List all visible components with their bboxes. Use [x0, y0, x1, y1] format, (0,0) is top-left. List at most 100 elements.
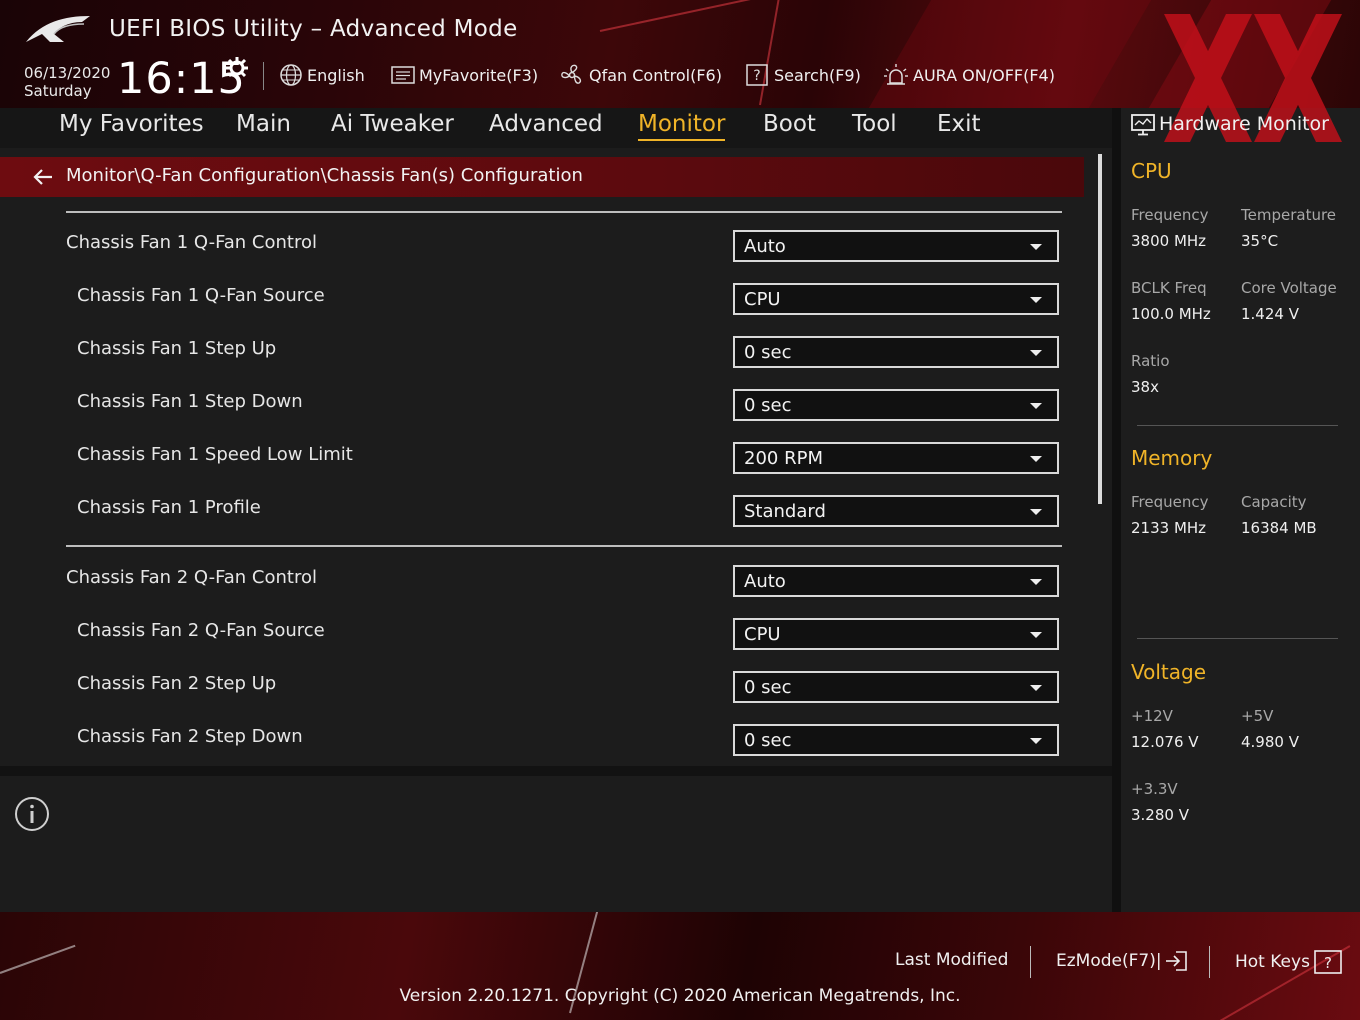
- v33-value: 3.280 V: [1131, 806, 1189, 824]
- date-display: 06/13/2020: [24, 64, 111, 82]
- tab-monitor[interactable]: Monitor: [638, 111, 726, 141]
- tab-boot[interactable]: Boot: [763, 111, 816, 139]
- chassis-fan2-step-down-select[interactable]: 0 sec: [733, 724, 1059, 756]
- chevron-down-icon: [1030, 244, 1042, 250]
- chevron-down-icon: [1030, 632, 1042, 638]
- select-value: CPU: [744, 624, 781, 645]
- globe-icon: [280, 64, 302, 86]
- footer-separator: [1030, 946, 1031, 978]
- hardware-monitor-panel: Hardware Monitor CPU Frequency Temperatu…: [1121, 108, 1360, 912]
- v5-value: 4.980 V: [1241, 733, 1299, 751]
- my-favorite-button[interactable]: MyFavorite(F3): [391, 62, 538, 88]
- help-info-panel: [0, 776, 1112, 912]
- setting-label: Chassis Fan 2 Step Up: [77, 673, 277, 694]
- search-help-icon: ?: [746, 64, 768, 86]
- setting-label: Chassis Fan 2 Step Down: [77, 726, 303, 747]
- select-value: Standard: [744, 501, 826, 522]
- help-question-icon: ?: [1314, 950, 1342, 974]
- chevron-down-icon: [1030, 738, 1042, 744]
- tab-my-favorites[interactable]: My Favorites: [59, 111, 204, 139]
- core-voltage-value: 1.424 V: [1241, 305, 1299, 323]
- v5-label: +5V: [1241, 707, 1274, 725]
- tab-advanced[interactable]: Advanced: [489, 111, 603, 139]
- memory-heading: Memory: [1131, 446, 1213, 470]
- qfan-control-button[interactable]: Qfan Control(F6): [559, 62, 722, 88]
- chassis-fan1-speed-low-limit-select[interactable]: 200 RPM: [733, 442, 1059, 474]
- settings-scrollbar[interactable]: [1098, 154, 1102, 504]
- header-decor: [599, 0, 855, 32]
- chassis-fan1-profile-select[interactable]: Standard: [733, 495, 1059, 527]
- header-decor: [759, 0, 786, 106]
- setting-label: Chassis Fan 1 Step Up: [77, 338, 277, 359]
- my-favorite-label: MyFavorite(F3): [419, 65, 539, 85]
- memory-capacity-label: Capacity: [1241, 493, 1307, 511]
- tab-main[interactable]: Main: [236, 111, 291, 139]
- chassis-fan2-step-up-select[interactable]: 0 sec: [733, 671, 1059, 703]
- voltage-heading: Voltage: [1131, 660, 1207, 684]
- core-voltage-label: Core Voltage: [1241, 279, 1337, 297]
- ratio-label: Ratio: [1131, 352, 1170, 370]
- cpu-temperature-label: Temperature: [1241, 206, 1337, 224]
- language-button[interactable]: English: [279, 62, 365, 88]
- panel-gap: [0, 766, 1112, 776]
- v12-value: 12.076 V: [1131, 733, 1199, 751]
- chassis-fan2-qfan-control-select[interactable]: Auto: [733, 565, 1059, 597]
- search-button[interactable]: ? Search(F9): [746, 62, 861, 88]
- chevron-down-icon: [1030, 350, 1042, 356]
- cpu-frequency-value: 3800 MHz: [1131, 232, 1207, 250]
- header-decor: [868, 0, 1152, 108]
- fan-icon: [561, 64, 582, 84]
- clock-settings-gear-icon[interactable]: [225, 56, 249, 80]
- select-value: 0 sec: [744, 677, 792, 698]
- chassis-fan1-step-down-select[interactable]: 0 sec: [733, 389, 1059, 421]
- tab-exit[interactable]: Exit: [937, 111, 981, 139]
- panel-gap: [1112, 108, 1121, 912]
- footer-separator: [1209, 946, 1210, 978]
- chevron-down-icon: [1030, 456, 1042, 462]
- bclk-label: BCLK Freq: [1131, 279, 1207, 297]
- breadcrumb: Monitor\Q-Fan Configuration\Chassis Fan(…: [0, 157, 1084, 197]
- section-divider: [66, 211, 1062, 213]
- setting-label: Chassis Fan 2 Q-Fan Control: [66, 567, 317, 588]
- aura-label: AURA ON/OFF(F4): [913, 65, 1055, 85]
- chassis-fan2-qfan-source-select[interactable]: CPU: [733, 618, 1059, 650]
- bclk-value: 100.0 MHz: [1131, 305, 1211, 323]
- header-bar: UEFI BIOS Utility – Advanced Mode 06/13/…: [0, 0, 1360, 108]
- footer-bar: Last Modified EzMode(F7)| Hot Keys ? Ver…: [0, 912, 1360, 1020]
- language-label: English: [307, 65, 365, 85]
- last-modified-button[interactable]: Last Modified: [895, 950, 1008, 970]
- tab-ai-tweaker[interactable]: Ai Tweaker: [331, 111, 454, 139]
- aura-toggle-button[interactable]: AURA ON/OFF(F4): [883, 62, 1055, 88]
- exit-arrow-icon: [1165, 951, 1187, 971]
- select-value: Auto: [744, 236, 786, 257]
- memory-capacity-value: 16384 MB: [1241, 519, 1317, 537]
- chevron-down-icon: [1030, 579, 1042, 585]
- footer-decor: [0, 944, 76, 974]
- ratio-value: 38x: [1131, 378, 1159, 396]
- chevron-down-icon: [1030, 685, 1042, 691]
- settings-panel: Monitor\Q-Fan Configuration\Chassis Fan(…: [0, 148, 1112, 766]
- main-tab-bar: My Favorites Main Ai Tweaker Advanced Mo…: [0, 108, 1112, 148]
- app-title: UEFI BIOS Utility – Advanced Mode: [109, 16, 518, 42]
- select-value: 0 sec: [744, 342, 792, 363]
- setting-label: Chassis Fan 1 Q-Fan Source: [77, 285, 325, 306]
- chassis-fan1-qfan-control-select[interactable]: Auto: [733, 230, 1059, 262]
- v33-label: +3.3V: [1131, 780, 1178, 798]
- ezmode-button[interactable]: EzMode(F7)|: [1056, 950, 1188, 972]
- section-divider: [66, 545, 1062, 547]
- chassis-fan1-qfan-source-select[interactable]: CPU: [733, 283, 1059, 315]
- chassis-fan1-step-up-select[interactable]: 0 sec: [733, 336, 1059, 368]
- v12-label: +12V: [1131, 707, 1173, 725]
- back-arrow-icon[interactable]: [32, 167, 54, 187]
- search-label: Search(F9): [774, 65, 861, 85]
- hot-keys-button[interactable]: Hot Keys ?: [1235, 950, 1342, 974]
- setting-label: Chassis Fan 1 Step Down: [77, 391, 303, 412]
- tab-tool[interactable]: Tool: [852, 111, 897, 139]
- chevron-down-icon: [1030, 297, 1042, 303]
- setting-label: Chassis Fan 1 Speed Low Limit: [77, 444, 353, 465]
- select-value: CPU: [744, 289, 781, 310]
- aura-light-icon: [884, 64, 908, 85]
- hardware-monitor-title: Hardware Monitor: [1159, 113, 1329, 135]
- last-modified-label: Last Modified: [895, 950, 1009, 970]
- ezmode-label: EzMode(F7)|: [1056, 951, 1162, 971]
